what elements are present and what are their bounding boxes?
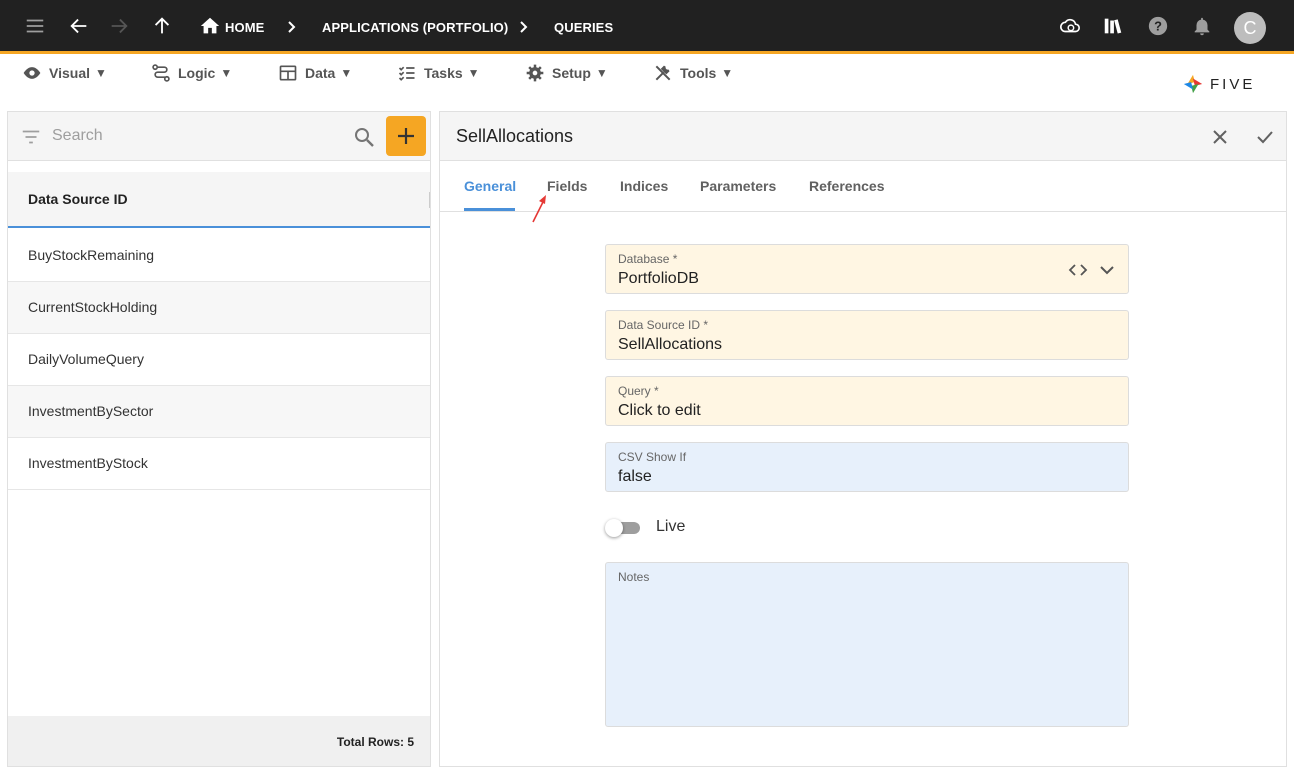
data-source-id-field[interactable]: Data Source ID * SellAllocations — [605, 310, 1129, 360]
live-toggle[interactable] — [605, 517, 645, 539]
cloud-sync-icon[interactable] — [1058, 14, 1082, 38]
eye-icon — [23, 67, 41, 79]
menu-visual[interactable]: Visual ▼ — [22, 63, 107, 83]
notifications-bell-icon[interactable] — [1190, 14, 1214, 38]
total-rows-count: Total Rows: 5 — [336, 735, 414, 749]
list-footer: Total Rows: 5 — [8, 716, 430, 766]
tab-general[interactable]: General — [464, 178, 516, 194]
tasks-icon — [398, 66, 415, 81]
menu-tools[interactable]: Tools ▼ — [653, 63, 733, 83]
tab-references[interactable]: References — [809, 178, 885, 194]
add-record-button[interactable] — [386, 116, 426, 156]
svg-text:?: ? — [1154, 19, 1162, 34]
gear-icon — [526, 64, 544, 82]
list-item[interactable]: DailyVolumeQuery — [8, 334, 430, 386]
help-icon[interactable]: ? — [1146, 14, 1170, 38]
main-menu-bar: Visual ▼ Logic ▼ Data ▼ Tasks ▼ Setup ▼ Tools… — [0, 57, 1294, 109]
menu-setup[interactable]: Setup ▼ — [525, 63, 608, 83]
top-app-bar: HOME APPLICATIONS (PORTFOLIO) QUERIES ? … — [0, 0, 1294, 54]
chevron-right-icon — [288, 21, 296, 33]
list-item[interactable]: InvestmentByStock — [8, 438, 430, 490]
query-field[interactable]: Query * Click to edit — [605, 376, 1129, 426]
hamburger-menu-icon[interactable] — [23, 14, 47, 38]
up-arrow-icon[interactable] — [150, 14, 174, 38]
breadcrumb-applications[interactable]: APPLICATIONS (PORTFOLIO) — [322, 20, 508, 35]
menu-logic[interactable]: Logic ▼ — [151, 63, 232, 83]
forward-arrow-icon[interactable] — [107, 14, 131, 38]
table-icon — [279, 65, 297, 81]
logic-icon — [152, 64, 170, 82]
chevron-right-icon — [520, 21, 528, 33]
breadcrumb-queries[interactable]: QUERIES — [554, 20, 613, 35]
list-item[interactable]: BuyStockRemaining — [8, 230, 430, 282]
active-tab-indicator — [464, 208, 515, 211]
menu-data[interactable]: Data ▼ — [278, 63, 352, 83]
menu-tasks[interactable]: Tasks ▼ — [397, 63, 480, 83]
save-check-icon[interactable] — [1253, 125, 1277, 149]
annotation-arrow-icon — [532, 195, 546, 223]
search-input[interactable]: Search — [52, 127, 103, 145]
database-field[interactable]: Database * PortfolioDB — [605, 244, 1129, 294]
plus-icon — [398, 128, 414, 144]
form-tabs: General Fields Indices Parameters Refere… — [440, 162, 1286, 212]
search-icon[interactable] — [352, 125, 376, 149]
record-form-panel: SellAllocations General Fields Indices P… — [439, 111, 1287, 767]
notes-field[interactable]: Notes — [605, 562, 1129, 727]
search-bar: Search — [8, 112, 430, 161]
home-icon[interactable] — [198, 14, 222, 38]
column-resizer[interactable] — [429, 192, 430, 208]
library-icon[interactable] — [1101, 14, 1125, 38]
five-logo-icon — [1183, 74, 1203, 94]
list-item[interactable]: CurrentStockHolding — [8, 282, 430, 334]
form-header: SellAllocations — [440, 112, 1286, 161]
column-header-data-source-id[interactable]: Data Source ID — [8, 172, 430, 228]
code-view-icon[interactable] — [1068, 261, 1088, 279]
records-list-panel: Search Data Source ID BuyStockRemaining … — [7, 111, 431, 767]
tools-icon — [655, 65, 671, 81]
tab-fields[interactable]: Fields — [547, 178, 587, 194]
chevron-down-icon[interactable] — [1097, 261, 1117, 279]
filter-icon[interactable] — [20, 126, 42, 148]
five-logo: FIVE — [1182, 71, 1272, 97]
live-toggle-label: Live — [656, 518, 686, 535]
form-title: SellAllocations — [456, 126, 574, 146]
back-arrow-icon[interactable] — [67, 14, 91, 38]
tab-indices[interactable]: Indices — [620, 178, 668, 194]
user-avatar[interactable]: C — [1234, 12, 1266, 44]
breadcrumb-home[interactable]: HOME — [225, 20, 264, 35]
tab-parameters[interactable]: Parameters — [700, 178, 776, 194]
csv-show-if-field[interactable]: CSV Show If false — [605, 442, 1129, 492]
list-item[interactable]: InvestmentBySector — [8, 386, 430, 438]
close-icon[interactable] — [1208, 125, 1232, 149]
